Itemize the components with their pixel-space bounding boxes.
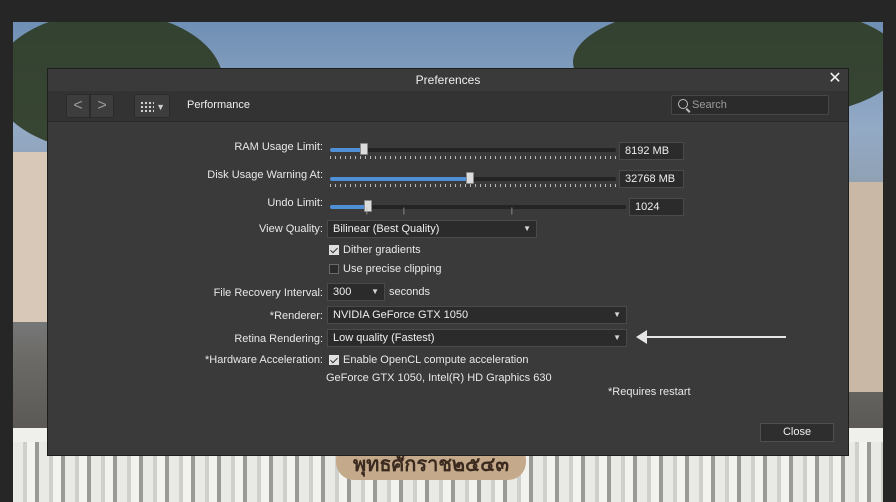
slider-thumb[interactable] — [360, 143, 368, 155]
renderer-value: NVIDIA GeForce GTX 1050 — [333, 309, 469, 321]
precise-clipping-label: Use precise clipping — [343, 263, 442, 275]
grid-icon — [140, 101, 154, 112]
undo-limit-label: Undo Limit: — [267, 197, 323, 209]
retina-rendering-value: Low quality (Fastest) — [333, 332, 435, 344]
hardware-acceleration-label: *Hardware Acceleration: — [204, 354, 323, 366]
search-box[interactable] — [671, 95, 829, 115]
renderer-label: *Renderer: — [269, 310, 323, 322]
slider-ticks — [330, 156, 616, 159]
file-recovery-label: File Recovery Interval: — [213, 287, 323, 299]
slider-fill — [330, 148, 364, 152]
renderer-select[interactable]: NVIDIA GeForce GTX 1050 ▼ — [327, 306, 627, 324]
close-icon[interactable]: ✕ — [826, 70, 844, 88]
slider-tick: | — [366, 208, 368, 215]
precise-clipping-checkbox[interactable] — [329, 264, 339, 274]
file-recovery-value: 300 — [333, 286, 352, 298]
ram-limit-label: RAM Usage Limit: — [234, 141, 323, 153]
ram-limit-value[interactable]: 8192 MB — [619, 142, 684, 160]
disk-warning-label: Disk Usage Warning At: — [207, 169, 323, 181]
undo-limit-slider[interactable] — [330, 200, 626, 212]
close-button[interactable]: Close — [760, 423, 834, 442]
view-quality-value: Bilinear (Best Quality) — [333, 223, 440, 235]
dropdown-arrow-icon: ▼ — [613, 333, 621, 342]
back-button[interactable]: < — [66, 94, 90, 118]
back-arrow-icon: < — [73, 97, 83, 114]
disk-warning-slider[interactable] — [330, 172, 616, 184]
dither-gradients-checkbox[interactable] — [329, 245, 339, 255]
file-recovery-select[interactable]: 300 ▼ — [327, 283, 385, 301]
dropdown-arrow-icon: ▼ — [613, 310, 621, 319]
opencl-checkbox[interactable] — [329, 355, 339, 365]
slider-fill — [330, 205, 368, 209]
slider-tick: | — [511, 208, 513, 215]
slider-fill — [330, 177, 470, 181]
view-quality-label: View Quality: — [259, 223, 323, 235]
retina-rendering-select[interactable]: Low quality (Fastest) ▼ — [327, 329, 627, 347]
slider-tick: | — [403, 208, 405, 215]
toolbar: < > ▼ Performance — [48, 91, 848, 122]
slider-thumb[interactable] — [466, 172, 474, 184]
annotation-arrow — [636, 330, 786, 344]
title-bar: Preferences ✕ — [48, 69, 848, 91]
search-input[interactable] — [692, 97, 822, 113]
retina-rendering-label: Retina Rendering: — [234, 333, 323, 345]
section-title: Performance — [187, 99, 250, 111]
forward-arrow-icon: > — [97, 97, 107, 114]
ram-limit-slider[interactable] — [330, 143, 616, 155]
annotation-arrow-shaft — [646, 336, 786, 338]
search-icon — [678, 99, 688, 109]
disk-warning-value[interactable]: 32768 MB — [619, 170, 684, 188]
gpu-devices-text: GeForce GTX 1050, Intel(R) HD Graphics 6… — [326, 372, 552, 384]
file-recovery-unit: seconds — [389, 286, 430, 298]
dropdown-arrow-icon: ▼ — [371, 287, 379, 296]
undo-limit-value[interactable]: 1024 — [629, 198, 684, 216]
requires-restart-note: *Requires restart — [608, 386, 691, 398]
dropdown-arrow-icon: ▼ — [156, 102, 165, 112]
dropdown-arrow-icon: ▼ — [523, 224, 531, 233]
forward-button[interactable]: > — [90, 94, 114, 118]
slider-ticks — [330, 184, 616, 187]
building — [849, 182, 883, 392]
dialog-title: Preferences — [415, 73, 481, 87]
view-quality-select[interactable]: Bilinear (Best Quality) ▼ — [327, 220, 537, 238]
dither-gradients-label: Dither gradients — [343, 244, 421, 256]
preferences-dialog: Preferences ✕ < > ▼ Performance RAM Usag… — [48, 69, 848, 455]
opencl-label: Enable OpenCL compute acceleration — [343, 354, 529, 366]
building — [13, 152, 51, 322]
show-all-button[interactable]: ▼ — [134, 94, 170, 118]
